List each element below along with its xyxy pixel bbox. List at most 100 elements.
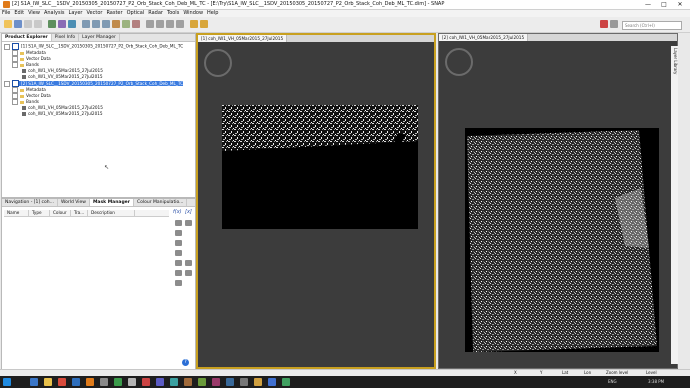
menu-vector[interactable]: Vector — [85, 10, 105, 17]
range-mask-icon[interactable]: [x] — [185, 209, 192, 215]
menu-radar[interactable]: Radar — [146, 10, 165, 17]
sync-views-icon[interactable] — [190, 20, 198, 28]
excel-taskbar-icon[interactable] — [114, 378, 122, 386]
tab-colour-manipulation[interactable]: Colour Manipulatio... — [134, 199, 188, 206]
menu-optical[interactable]: Optical — [125, 10, 147, 17]
image-view-left[interactable]: [1] coh_IW1_VH_05Mar2015_27Jul2015 — [196, 33, 436, 369]
layer-library-label[interactable]: Layer Library — [673, 48, 678, 74]
export-mask-icon[interactable] — [175, 280, 182, 286]
remove-mask-icon[interactable] — [175, 270, 182, 276]
navigation-control-icon[interactable] — [204, 49, 232, 77]
select-tool-icon[interactable] — [132, 20, 140, 28]
vector-mask-icon[interactable] — [175, 220, 182, 226]
difference-icon[interactable] — [175, 240, 182, 246]
stop-icon[interactable] — [600, 20, 608, 28]
app-taskbar-icon[interactable] — [170, 378, 178, 386]
tab-product-explorer[interactable]: Product Explorer — [2, 34, 52, 41]
menu-layer[interactable]: Layer — [67, 10, 85, 17]
sync-cursor-icon[interactable] — [200, 20, 208, 28]
tab-mask-manager[interactable]: Mask Manager — [89, 199, 134, 206]
app-taskbar-icon[interactable] — [128, 378, 136, 386]
zoom-out-icon[interactable] — [92, 20, 100, 28]
draw-ellipse-icon[interactable] — [176, 20, 184, 28]
pan-icon[interactable] — [102, 20, 110, 28]
app-taskbar-icon[interactable] — [268, 378, 276, 386]
app-taskbar-icon[interactable] — [156, 378, 164, 386]
maximize-button[interactable]: □ — [656, 0, 672, 9]
collapse-node-icon[interactable] — [4, 80, 10, 87]
snap-app-icon — [3, 1, 10, 8]
app-taskbar-icon[interactable] — [100, 378, 108, 386]
menu-view[interactable]: View — [26, 10, 42, 17]
band-icon — [22, 106, 26, 110]
graph-builder-icon[interactable] — [58, 20, 66, 28]
image-view-right[interactable]: [2] coh_IW1_VH_05Mar2015_27Jul2015 Layer… — [438, 33, 678, 369]
app-taskbar-icon[interactable] — [198, 378, 206, 386]
ie-taskbar-icon[interactable] — [30, 378, 38, 386]
menu-raster[interactable]: Raster — [104, 10, 124, 17]
browser-taskbar-icon[interactable] — [58, 378, 66, 386]
input-language[interactable]: ENG — [608, 379, 617, 384]
clock[interactable]: 3:38 PM — [648, 379, 664, 384]
intersection-icon[interactable] — [175, 230, 182, 236]
tree-item-product-1[interactable]: [1] S1A_IW_SLC__1SDV_20150305_20150727_P… — [4, 43, 193, 50]
column-header-colour[interactable]: Colour — [50, 210, 71, 216]
app-taskbar-icon[interactable] — [254, 378, 262, 386]
tree-item-product-2[interactable]: [2] S1A_IW_SLC__1SDV_20150305_20150727_P… — [4, 80, 193, 87]
column-header-type[interactable]: Type — [29, 210, 50, 216]
tab-world-view[interactable]: World View — [58, 199, 90, 206]
range-finder-icon[interactable] — [122, 20, 130, 28]
help-icon[interactable]: ? — [182, 359, 189, 366]
app-taskbar-icon[interactable] — [212, 378, 220, 386]
folder-icon — [20, 51, 24, 55]
layer-library-sidebar[interactable] — [671, 46, 678, 364]
minimize-button[interactable]: — — [640, 0, 656, 9]
redo-icon[interactable] — [34, 20, 42, 28]
menu-file[interactable]: File — [0, 10, 12, 17]
import-mask-icon[interactable] — [185, 270, 192, 276]
complement-icon[interactable] — [175, 250, 182, 256]
batch-icon[interactable] — [68, 20, 76, 28]
close-button[interactable]: ✕ — [672, 0, 688, 9]
menu-help[interactable]: Help — [205, 10, 220, 17]
tree-item-band[interactable]: coh_IW1_VV_05Mar2015_27Jul2015 — [4, 111, 193, 117]
column-header-name[interactable]: Name — [4, 210, 29, 216]
column-header-description[interactable]: Description — [88, 210, 135, 216]
tab-image-view-right[interactable]: [2] coh_IW1_VH_05Mar2015_27Jul2015 — [439, 34, 529, 41]
snap-taskbar-icon[interactable] — [86, 378, 94, 386]
app-taskbar-icon[interactable] — [282, 378, 290, 386]
tab-navigation[interactable]: Navigation - [1] coh... — [2, 199, 58, 206]
draw-line-icon[interactable] — [146, 20, 154, 28]
undo-icon[interactable] — [24, 20, 32, 28]
collapse-node-icon[interactable] — [4, 43, 10, 50]
zoom-in-icon[interactable] — [82, 20, 90, 28]
open-product-icon[interactable] — [4, 20, 12, 28]
navigation-control-icon[interactable] — [445, 48, 473, 76]
band-maths-mask-button[interactable]: f(x) — [173, 209, 182, 215]
tab-image-view-left[interactable]: [1] coh_IW1_VH_05Mar2015_27Jul2015 — [198, 35, 288, 42]
app-taskbar-icon[interactable] — [142, 378, 150, 386]
file-explorer-taskbar-icon[interactable] — [44, 378, 52, 386]
save-icon[interactable] — [14, 20, 22, 28]
menu-analysis[interactable]: Analysis — [42, 10, 67, 17]
edit-mask-icon[interactable] — [185, 260, 192, 266]
draw-rectangle-icon[interactable] — [166, 20, 174, 28]
help-icon[interactable] — [610, 20, 618, 28]
menu-window[interactable]: Window — [181, 10, 205, 17]
tab-layer-manager[interactable]: Layer Manager — [79, 34, 120, 41]
menu-edit[interactable]: Edit — [12, 10, 26, 17]
word-taskbar-icon[interactable] — [72, 378, 80, 386]
pin-icon[interactable] — [112, 20, 120, 28]
app-taskbar-icon[interactable] — [226, 378, 234, 386]
app-taskbar-icon[interactable] — [184, 378, 192, 386]
copy-mask-icon[interactable] — [175, 260, 182, 266]
column-header-transparency[interactable]: Tra... — [71, 210, 88, 216]
windows-start-icon[interactable] — [3, 378, 11, 386]
draw-polygon-icon[interactable] — [156, 20, 164, 28]
search-input[interactable]: Search (Ctrl+I) — [622, 21, 682, 30]
menu-tools[interactable]: Tools — [165, 10, 181, 17]
tab-pixel-info[interactable]: Pixel Info — [52, 34, 80, 41]
app-taskbar-icon[interactable] — [240, 378, 248, 386]
band-maths-icon[interactable] — [48, 20, 56, 28]
union-icon[interactable] — [185, 220, 192, 226]
